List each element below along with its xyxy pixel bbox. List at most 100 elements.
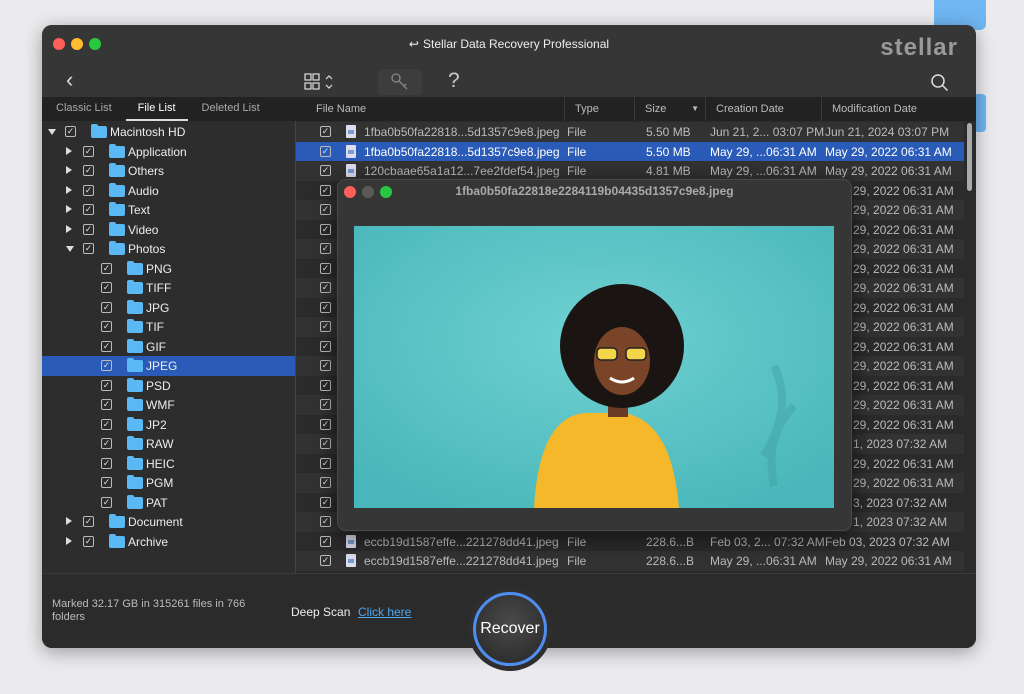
checkbox[interactable]: ✓: [65, 126, 76, 137]
tab-file-list[interactable]: File List: [125, 97, 188, 121]
checkbox[interactable]: ✓: [320, 438, 331, 449]
search-icon[interactable]: [930, 73, 950, 96]
tree-item[interactable]: ✓ PNG: [42, 259, 295, 279]
checkbox[interactable]: ✓: [320, 223, 331, 235]
checkbox[interactable]: ✓: [320, 516, 331, 527]
caret-right-icon[interactable]: [66, 166, 72, 174]
scrollbar[interactable]: [967, 123, 972, 191]
deep-scan-link[interactable]: Click here: [358, 605, 411, 619]
chevron-left-icon[interactable]: ‹: [66, 69, 73, 91]
help-icon[interactable]: ?: [448, 69, 460, 93]
tree-item[interactable]: ✓ Application: [42, 142, 295, 162]
checkbox[interactable]: ✓: [101, 340, 112, 352]
caret-right-icon[interactable]: [66, 224, 72, 233]
checkbox[interactable]: ✓: [320, 262, 331, 274]
caret-right-icon[interactable]: [66, 536, 72, 545]
caret-right-icon[interactable]: [66, 205, 72, 213]
tree-item[interactable]: ✓ Archive: [42, 532, 295, 552]
checkbox[interactable]: ✓: [101, 438, 112, 449]
grid-view-icon[interactable]: [304, 73, 338, 94]
checkbox[interactable]: ✓: [83, 223, 94, 235]
tree-item[interactable]: ✓ JPEG: [42, 356, 295, 376]
checkbox[interactable]: ✓: [101, 477, 112, 488]
checkbox[interactable]: ✓: [320, 184, 331, 196]
tree-item[interactable]: ✓ Photos: [42, 239, 295, 259]
checkbox[interactable]: ✓: [320, 379, 331, 391]
checkbox[interactable]: ✓: [320, 418, 331, 430]
key-button[interactable]: [378, 69, 422, 95]
checkbox[interactable]: ✓: [101, 321, 112, 332]
checkbox[interactable]: ✓: [320, 360, 331, 371]
tree-item[interactable]: ✓ HEIC: [42, 454, 295, 474]
checkbox[interactable]: ✓: [101, 399, 112, 410]
checkbox[interactable]: ✓: [320, 477, 331, 488]
checkbox[interactable]: ✓: [101, 282, 112, 293]
tree-item[interactable]: ✓ Text: [42, 200, 295, 220]
tree-item[interactable]: ✓ JP2: [42, 415, 295, 435]
checkbox[interactable]: ✓: [320, 145, 331, 157]
checkbox[interactable]: ✓: [320, 243, 331, 254]
checkbox[interactable]: ✓: [320, 555, 331, 566]
checkbox[interactable]: ✓: [101, 379, 112, 391]
checkbox[interactable]: ✓: [320, 282, 331, 293]
tree-item[interactable]: ✓ Others: [42, 161, 295, 181]
col-type[interactable]: Type: [564, 97, 634, 121]
recover-button[interactable]: Recover: [473, 592, 547, 666]
caret-down-icon[interactable]: [48, 129, 56, 135]
caret-right-icon[interactable]: [66, 146, 72, 155]
caret-right-icon[interactable]: [66, 185, 72, 194]
checkbox[interactable]: ✓: [101, 360, 112, 371]
checkbox[interactable]: ✓: [83, 243, 94, 254]
caret-right-icon[interactable]: [66, 517, 72, 525]
cell-modified: 29, 2022 06:31 AM: [853, 261, 954, 276]
tree-item[interactable]: ✓ Document: [42, 512, 295, 532]
tree-item[interactable]: ✓ WMF: [42, 395, 295, 415]
tree-item[interactable]: ✓ Macintosh HD: [42, 122, 295, 142]
tree-item[interactable]: ✓ RAW: [42, 434, 295, 454]
checkbox[interactable]: ✓: [83, 165, 94, 176]
checkbox[interactable]: ✓: [320, 204, 331, 215]
checkbox[interactable]: ✓: [320, 457, 331, 469]
checkbox[interactable]: ✓: [320, 165, 331, 176]
tree-item[interactable]: ✓ TIFF: [42, 278, 295, 298]
checkbox[interactable]: ✓: [101, 262, 112, 274]
checkbox[interactable]: ✓: [320, 399, 331, 410]
tree-item[interactable]: ✓ PSD: [42, 376, 295, 396]
tab-deleted-list[interactable]: Deleted List: [188, 97, 260, 121]
checkbox[interactable]: ✓: [83, 184, 94, 196]
checkbox[interactable]: ✓: [101, 457, 112, 469]
checkbox[interactable]: ✓: [83, 204, 94, 215]
checkbox[interactable]: ✓: [320, 126, 331, 137]
tree-item[interactable]: ✓ JPG: [42, 298, 295, 318]
table-row[interactable]: ✓ eccb19d1587effe...221278dd41.jpeg File 22…: [296, 551, 964, 571]
tree-item[interactable]: ✓ Video: [42, 220, 295, 240]
col-creation-date[interactable]: Creation Date: [705, 97, 821, 121]
checkbox[interactable]: ✓: [83, 535, 94, 547]
tree-item[interactable]: ✓ Audio: [42, 181, 295, 201]
checkbox[interactable]: ✓: [83, 516, 94, 527]
table-row[interactable]: ✓ 1fba0b50fa22818...5d1357c9e8.jpeg File 5.…: [296, 122, 964, 142]
tree-item[interactable]: ✓ TIF: [42, 317, 295, 337]
checkbox[interactable]: ✓: [320, 496, 331, 508]
checkbox[interactable]: ✓: [320, 340, 331, 352]
tab-classic-list[interactable]: Classic List: [42, 97, 112, 121]
checkbox[interactable]: ✓: [320, 301, 331, 313]
table-row[interactable]: ✓ 1fba0b50fa22818...5d1357c9e8.jpeg File 5.…: [296, 141, 964, 161]
tree-item-label: Video: [128, 222, 159, 237]
table-row[interactable]: ✓ eccb19d1587effe...221278dd41.jpeg File 22…: [296, 532, 964, 552]
checkbox[interactable]: ✓: [101, 496, 112, 508]
caret-down-icon[interactable]: [66, 246, 74, 252]
checkbox[interactable]: ✓: [101, 418, 112, 430]
col-modification-date[interactable]: Modification Date: [821, 97, 976, 121]
tree-item[interactable]: ✓ GIF: [42, 337, 295, 357]
checkbox[interactable]: ✓: [101, 301, 112, 313]
tree-item[interactable]: ✓ PAT: [42, 493, 295, 513]
tree-item[interactable]: ✓ PGM: [42, 473, 295, 493]
table-row[interactable]: ✓ 120cbaae65a1a12...7ee2fdef54.jpeg File 4.…: [296, 161, 964, 181]
col-file-name[interactable]: File Name: [296, 97, 564, 121]
col-size[interactable]: Size ▼: [634, 97, 705, 121]
checkbox[interactable]: ✓: [320, 321, 331, 332]
checkbox[interactable]: ✓: [320, 535, 331, 547]
checkbox[interactable]: ✓: [83, 145, 94, 157]
cell-modified: 29, 2022 06:31 AM: [853, 456, 954, 471]
